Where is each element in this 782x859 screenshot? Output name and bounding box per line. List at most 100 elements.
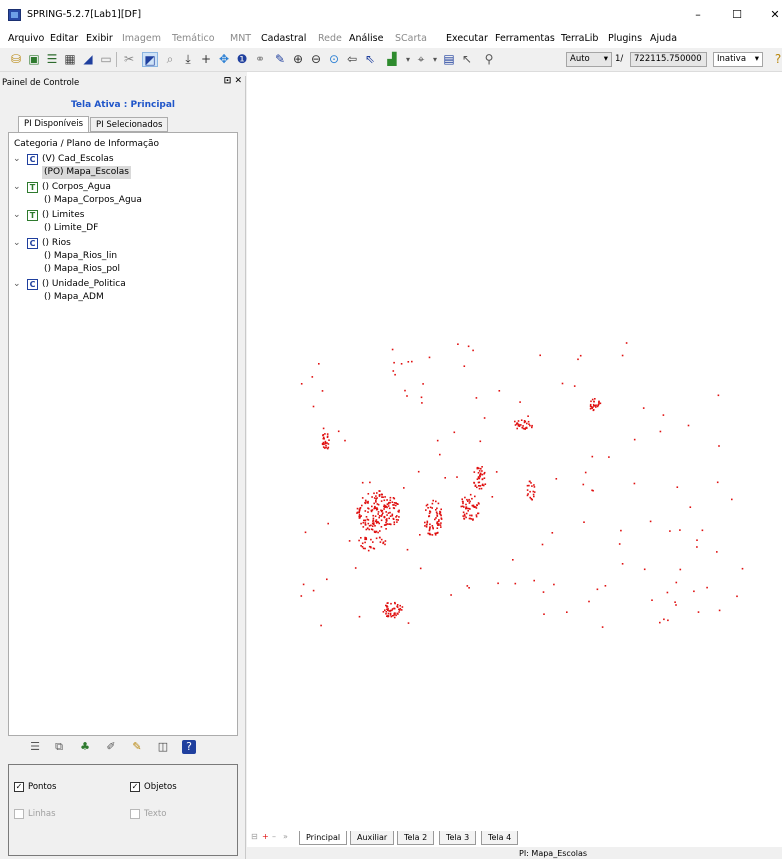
- mode-select[interactable]: Auto ▾: [566, 52, 612, 67]
- link-icon[interactable]: ⚭: [252, 52, 268, 67]
- edit-icon[interactable]: ✐: [104, 740, 118, 754]
- home-icon[interactable]: ⇖: [362, 52, 378, 67]
- menu-plugins[interactable]: Plugins: [608, 33, 642, 44]
- project-icon[interactable]: ▣: [26, 52, 42, 67]
- layer-tool-icon[interactable]: ▟: [384, 52, 400, 67]
- menu-executar[interactable]: Executar: [446, 33, 488, 44]
- map-canvas[interactable]: [247, 72, 782, 847]
- draw-icon[interactable]: ◢: [80, 52, 96, 67]
- help-icon[interactable]: ?: [770, 52, 782, 67]
- menu-cadastral[interactable]: Cadastral: [261, 33, 306, 44]
- tree-icon[interactable]: ♣: [78, 740, 92, 754]
- tree-pi-limite-df[interactable]: () Limite_DF: [44, 222, 98, 235]
- school-point: [372, 523, 375, 526]
- tree-category-cad-escolas[interactable]: (V) Cad_Escolas: [42, 153, 114, 166]
- tree-category-corpos-agua[interactable]: () Corpos_Agua: [42, 181, 111, 194]
- tree-category-rios[interactable]: () Rios: [42, 237, 71, 250]
- cut-icon[interactable]: ✂: [121, 52, 137, 67]
- zoom-in-icon[interactable]: ⊕: [290, 52, 306, 67]
- school-point: [582, 483, 585, 486]
- menu-editar[interactable]: Editar: [50, 33, 78, 44]
- menu-scarta[interactable]: SCarta: [395, 33, 427, 44]
- tree-pi-mapa-rios-lin[interactable]: () Mapa_Rios_lin: [44, 250, 117, 263]
- school-point: [375, 530, 378, 533]
- control-panel: Painel de Controle ⊡ ✕ Tela Ativa : Prin…: [0, 76, 246, 859]
- first-tab-icon[interactable]: ⊟: [251, 832, 258, 841]
- menu-terralib[interactable]: TerraLib: [561, 33, 598, 44]
- school-point: [514, 420, 516, 423]
- help-icon[interactable]: ?: [182, 740, 196, 754]
- tree-category-limites[interactable]: () Limites: [42, 209, 84, 222]
- tab-principal[interactable]: Principal: [299, 831, 348, 845]
- list-icon[interactable]: ☰: [28, 740, 42, 754]
- school-point: [553, 583, 555, 586]
- tree-pi-mapa-rios-pol[interactable]: () Mapa_Rios_pol: [44, 263, 120, 276]
- menu-ferramentas[interactable]: Ferramentas: [495, 33, 555, 44]
- magnifier-icon[interactable]: ⌕: [162, 52, 178, 67]
- menu-mnt[interactable]: MNT: [230, 33, 251, 44]
- menu-imagem[interactable]: Imagem: [122, 33, 161, 44]
- close-button[interactable]: ✕: [760, 6, 782, 24]
- cursor-icon[interactable]: ↖: [459, 52, 475, 67]
- minimize-button[interactable]: –: [683, 6, 713, 24]
- school-point: [382, 541, 385, 544]
- panel-float-close-icon[interactable]: ⊡ ✕: [224, 76, 242, 86]
- tree-pi-mapa-escolas[interactable]: (PO) Mapa_Escolas: [42, 166, 131, 179]
- texto-checkbox[interactable]: Texto: [130, 808, 166, 820]
- layers-icon[interactable]: ☰: [44, 52, 60, 67]
- tree-pi-mapa-adm[interactable]: () Mapa_ADM: [44, 291, 104, 304]
- zoom-out-icon[interactable]: ⊖: [308, 52, 324, 67]
- menu-tematico[interactable]: Temático: [172, 33, 215, 44]
- school-point: [599, 402, 602, 405]
- connect-icon[interactable]: ⚲: [481, 52, 497, 67]
- chevron-down-icon[interactable]: ⌄: [13, 154, 23, 164]
- chevron-down-icon[interactable]: ⌄: [13, 279, 23, 289]
- chevron-down-icon[interactable]: ⌄: [13, 182, 23, 192]
- menu-ajuda[interactable]: Ajuda: [650, 33, 677, 44]
- tab-tela-2[interactable]: Tela 2: [397, 831, 435, 845]
- linhas-checkbox[interactable]: Linhas: [14, 808, 56, 820]
- download-icon[interactable]: ⤓: [180, 52, 196, 67]
- database-icon[interactable]: ⛁: [8, 52, 24, 67]
- tab-pi-selecionados[interactable]: PI Selecionados: [90, 117, 169, 132]
- objetos-checkbox[interactable]: ✓ Objetos: [130, 781, 177, 793]
- menu-arquivo[interactable]: Arquivo: [8, 33, 44, 44]
- tree-pi-mapa-corpos-agua[interactable]: () Mapa_Corpos_Agua: [44, 194, 142, 207]
- tab-auxiliar[interactable]: Auxiliar: [350, 831, 395, 845]
- pencil-icon[interactable]: ✎: [130, 740, 144, 754]
- display-icon[interactable]: ◩: [142, 52, 158, 67]
- last-tab-icon[interactable]: »: [283, 832, 288, 841]
- tab-pi-disponiveis[interactable]: PI Disponíveis: [18, 116, 90, 133]
- maximize-button[interactable]: ☐: [722, 6, 752, 24]
- school-point: [300, 383, 303, 385]
- visual-icon[interactable]: ⧉: [52, 740, 66, 754]
- info-icon[interactable]: ❶: [234, 52, 250, 67]
- grid-icon[interactable]: ▦: [62, 52, 78, 67]
- tab-tela-4[interactable]: Tela 4: [481, 831, 519, 845]
- school-point: [470, 514, 473, 517]
- school-point: [533, 486, 536, 488]
- pencil-icon[interactable]: ✎: [272, 52, 288, 67]
- frame-icon[interactable]: ◫: [156, 740, 170, 754]
- back-icon[interactable]: ⇦: [344, 52, 360, 67]
- menu-rede[interactable]: Rede: [318, 33, 342, 44]
- menu-analise[interactable]: Análise: [349, 33, 383, 44]
- tree-category-unidade-politica[interactable]: () Unidade_Politica: [42, 278, 126, 291]
- add-tab-icon[interactable]: +: [262, 832, 269, 841]
- pan-icon[interactable]: ✥: [216, 52, 232, 67]
- remove-tab-icon[interactable]: –: [272, 832, 276, 841]
- state-select[interactable]: Inativa ▾: [713, 52, 763, 67]
- scale-field[interactable]: 722115.750000: [630, 52, 707, 67]
- plus-icon[interactable]: +: [198, 52, 214, 67]
- school-points-layer: [300, 342, 744, 628]
- school-point: [427, 507, 429, 509]
- pontos-checkbox[interactable]: ✓ Pontos: [14, 781, 56, 793]
- zoom-area-icon[interactable]: ⊙: [326, 52, 342, 67]
- window-icon[interactable]: ▭: [98, 52, 114, 67]
- chevron-down-icon[interactable]: ⌄: [13, 210, 23, 220]
- menu-exibir[interactable]: Exibir: [86, 33, 113, 44]
- table-icon[interactable]: ▤: [441, 52, 457, 67]
- school-point: [518, 425, 521, 427]
- chevron-down-icon[interactable]: ⌄: [13, 238, 23, 248]
- tab-tela-3[interactable]: Tela 3: [439, 831, 477, 845]
